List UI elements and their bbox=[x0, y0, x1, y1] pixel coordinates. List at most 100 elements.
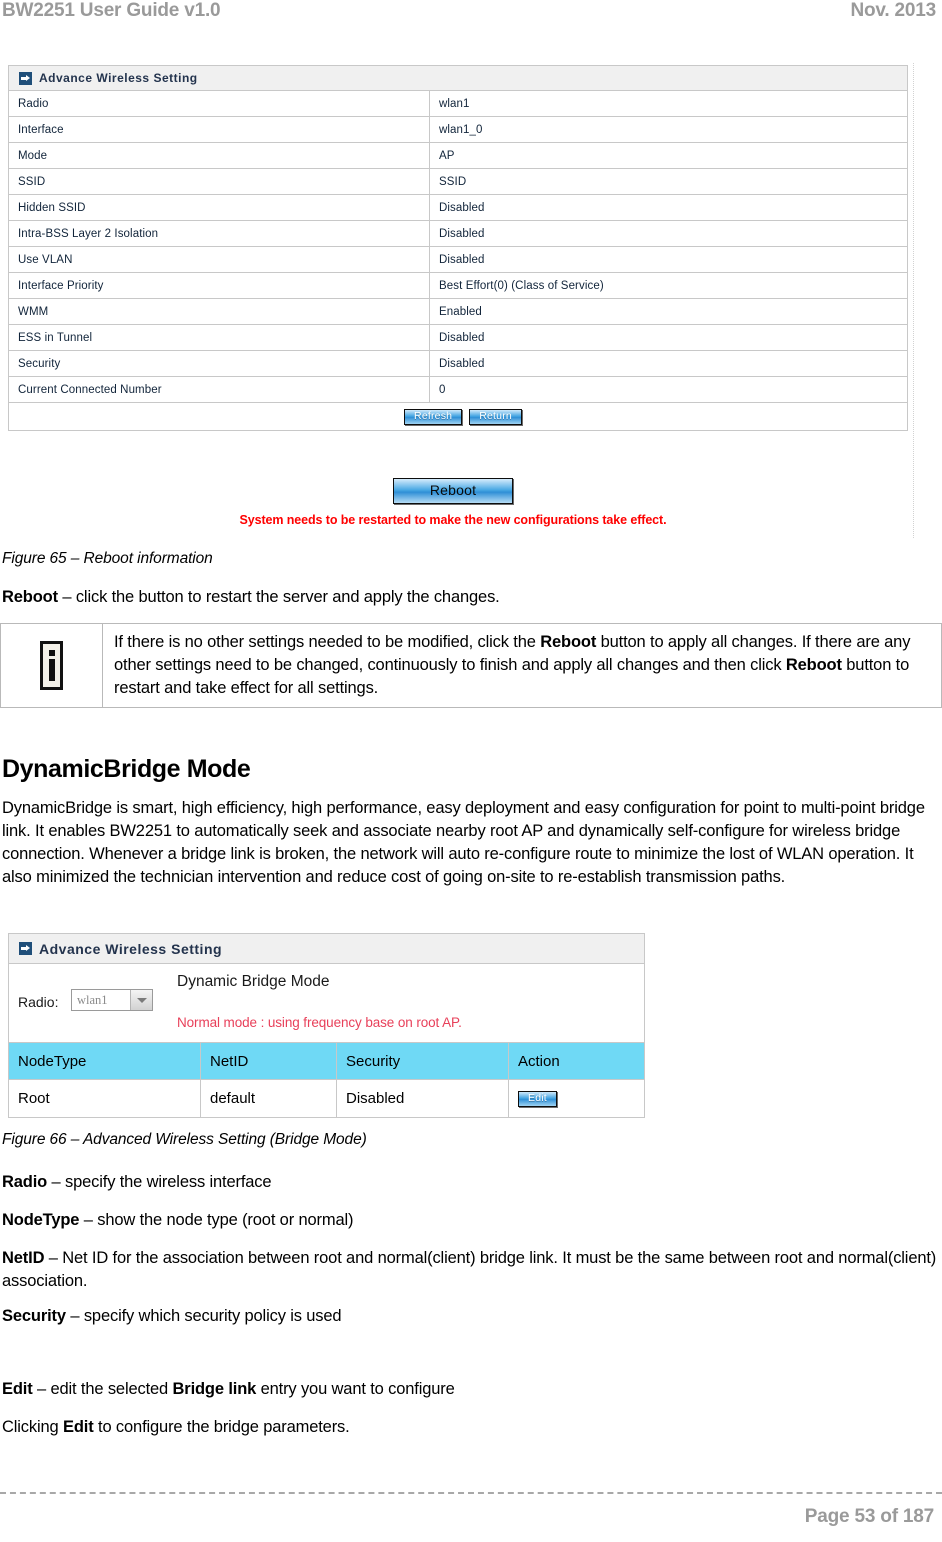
clicking-text-1: Clicking bbox=[2, 1418, 64, 1436]
reboot-area: Reboot bbox=[0, 478, 906, 504]
row-value: Disabled bbox=[439, 357, 485, 370]
document-header: BW2251 User Guide v1.0 Nov. 2013 bbox=[0, 0, 942, 34]
radio-select-value: wlan1 bbox=[77, 992, 108, 1007]
edit-button[interactable]: Edit bbox=[518, 1090, 557, 1107]
note-text: If there is no other settings needed to … bbox=[103, 624, 941, 707]
clicking-text-2: to configure the bridge parameters. bbox=[93, 1418, 350, 1436]
radio-label: Radio: bbox=[18, 994, 59, 1010]
definition-netid: NetID – Net ID for the association betwe… bbox=[2, 1247, 938, 1293]
clicking-edit-sentence: Clicking Edit to configure the bridge pa… bbox=[2, 1416, 932, 1439]
bridge-setting-panel: Advance Wireless Setting Radio: wlan1 Dy… bbox=[8, 933, 645, 1118]
column-header-nodetype: NodeType bbox=[9, 1043, 201, 1079]
table-row: Interface Priority Best Effort(0) (Class… bbox=[9, 273, 907, 299]
section-intro-paragraph: DynamicBridge is smart, high efficiency,… bbox=[2, 799, 925, 886]
definition-nodetype: NodeType – show the node type (root or n… bbox=[2, 1209, 932, 1232]
radio-select[interactable]: wlan1 bbox=[71, 989, 153, 1011]
footer-divider bbox=[0, 1492, 942, 1494]
row-value: Disabled bbox=[439, 201, 485, 214]
table-row: Use VLAN Disabled bbox=[9, 247, 907, 273]
row-value: Disabled bbox=[439, 227, 485, 240]
info-icon-stem bbox=[48, 659, 55, 681]
chevron-down-icon[interactable] bbox=[130, 990, 152, 1010]
row-label: Security bbox=[9, 351, 430, 376]
row-value: 0 bbox=[439, 383, 446, 396]
reboot-description: Reboot – click the button to restart the… bbox=[2, 586, 932, 609]
section-heading-dynamicbridge: DynamicBridge Mode bbox=[2, 755, 251, 783]
definition-security: Security – specify which security policy… bbox=[2, 1305, 932, 1328]
row-label: ESS in Tunnel bbox=[9, 325, 430, 350]
reboot-button[interactable]: Reboot bbox=[392, 478, 514, 504]
figure65-caption: Figure 65 – Reboot information bbox=[2, 550, 213, 567]
row-value: Enabled bbox=[439, 305, 482, 318]
table-row: Hidden SSID Disabled bbox=[9, 195, 907, 221]
panel-button-row: Refresh Return bbox=[9, 403, 907, 430]
refresh-button[interactable]: Refresh bbox=[404, 408, 463, 425]
cell-security: Disabled bbox=[337, 1080, 509, 1117]
cell-netid: default bbox=[201, 1080, 337, 1117]
arrow-right-icon bbox=[19, 71, 32, 85]
row-value: wlan1_0 bbox=[439, 123, 483, 136]
row-value: AP bbox=[439, 149, 455, 162]
row-label: Use VLAN bbox=[9, 247, 430, 272]
header-date: Nov. 2013 bbox=[850, 0, 936, 21]
definition-radio: Radio – specify the wireless interface bbox=[2, 1171, 932, 1194]
header-guide-title: BW2251 User Guide v1.0 bbox=[2, 0, 221, 21]
bridge-mode-note: Normal mode : using frequency base on ro… bbox=[177, 1015, 462, 1030]
definition-netid-rest: – Net ID for the association between roo… bbox=[2, 1249, 937, 1290]
definition-edit-bold-bridgelink: Bridge link bbox=[172, 1380, 257, 1398]
definition-edit-term: Edit bbox=[2, 1380, 33, 1398]
row-value: Disabled bbox=[439, 331, 485, 344]
row-label: Current Connected Number bbox=[9, 377, 430, 402]
table-row: ESS in Tunnel Disabled bbox=[9, 325, 907, 351]
advance-wireless-setting-panel: Advance Wireless Setting Radio wlan1 Int… bbox=[8, 65, 908, 431]
row-label: Hidden SSID bbox=[9, 195, 430, 220]
definition-radio-term: Radio bbox=[2, 1173, 48, 1191]
definition-nodetype-term: NodeType bbox=[2, 1211, 80, 1229]
column-header-netid: NetID bbox=[201, 1043, 337, 1079]
definition-edit-rest-2: entry you want to configure bbox=[256, 1380, 455, 1398]
table-row: Security Disabled bbox=[9, 351, 907, 377]
column-header-action: Action bbox=[518, 1052, 560, 1070]
panel-title-bar: Advance Wireless Setting bbox=[9, 66, 907, 91]
row-label: WMM bbox=[9, 299, 430, 324]
bridge-top-section: Radio: wlan1 Dynamic Bridge Mode Normal … bbox=[9, 964, 644, 1043]
info-icon-dot bbox=[48, 650, 55, 656]
definition-radio-rest: – specify the wireless interface bbox=[47, 1173, 272, 1191]
note-icon-cell bbox=[1, 624, 103, 707]
bridge-mode-title: Dynamic Bridge Mode bbox=[177, 973, 330, 990]
row-label: SSID bbox=[9, 169, 430, 194]
cell-action: Edit bbox=[509, 1080, 644, 1117]
row-label: Radio bbox=[9, 91, 430, 116]
reboot-term-rest: – click the button to restart the server… bbox=[57, 588, 500, 606]
row-value: wlan1 bbox=[439, 97, 470, 110]
definition-security-rest: – specify which security policy is used bbox=[65, 1307, 342, 1325]
table-row: WMM Enabled bbox=[9, 299, 907, 325]
row-value: Best Effort(0) (Class of Service) bbox=[439, 279, 604, 292]
panel-title-text: Advance Wireless Setting bbox=[39, 71, 198, 85]
row-value: SSID bbox=[439, 175, 467, 188]
table-row: Mode AP bbox=[9, 143, 907, 169]
reboot-term: Reboot bbox=[2, 588, 58, 606]
bridge-table-header: NodeType NetID Security Action bbox=[9, 1043, 644, 1080]
row-label: Interface bbox=[9, 117, 430, 142]
column-header-security: Security bbox=[337, 1043, 509, 1079]
return-button[interactable]: Return bbox=[469, 408, 522, 425]
note-bold-reboot-2: Reboot bbox=[785, 656, 842, 674]
row-label: Mode bbox=[9, 143, 430, 168]
bridge-panel-title-text: Advance Wireless Setting bbox=[39, 940, 223, 957]
table-row: Interface wlan1_0 bbox=[9, 117, 907, 143]
row-label: Intra-BSS Layer 2 Isolation bbox=[9, 221, 430, 246]
figure65-screenshot: Advance Wireless Setting Radio wlan1 Int… bbox=[0, 63, 914, 538]
figure66-screenshot: Advance Wireless Setting Radio: wlan1 Dy… bbox=[0, 930, 650, 1118]
table-row: SSID SSID bbox=[9, 169, 907, 195]
cell-nodetype: Root bbox=[9, 1080, 201, 1117]
definition-edit-rest-1: – edit the selected bbox=[32, 1380, 173, 1398]
footer-page-number: Page 53 of 187 bbox=[804, 1506, 934, 1527]
arrow-right-icon bbox=[19, 942, 32, 955]
figure66-caption: Figure 66 – Advanced Wireless Setting (B… bbox=[2, 1131, 367, 1148]
bridge-panel-title-bar: Advance Wireless Setting bbox=[9, 934, 644, 964]
table-row: Intra-BSS Layer 2 Isolation Disabled bbox=[9, 221, 907, 247]
row-value: Disabled bbox=[439, 253, 485, 266]
table-row: Root default Disabled Edit bbox=[9, 1080, 644, 1117]
row-label: Interface Priority bbox=[9, 273, 430, 298]
